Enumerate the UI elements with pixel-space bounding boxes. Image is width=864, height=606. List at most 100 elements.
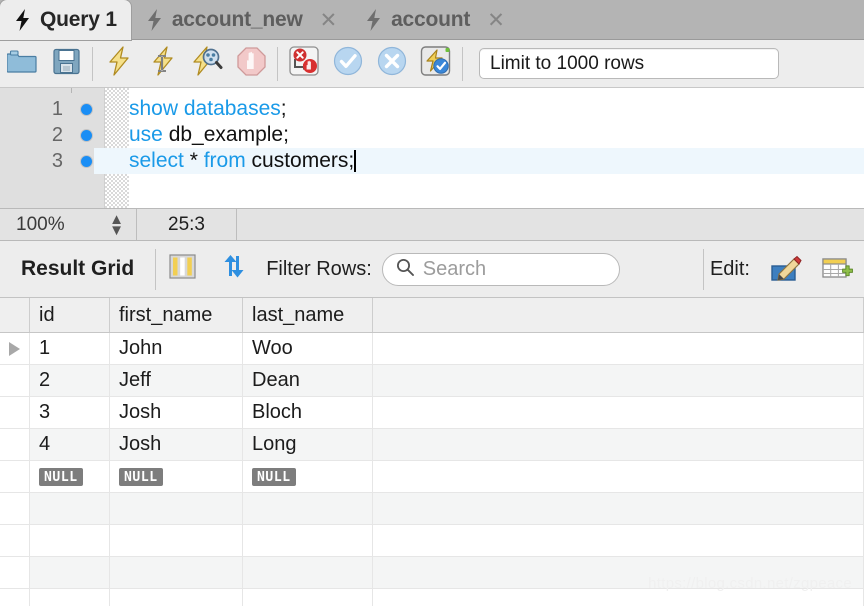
sql-editor-toolbar: Limit to 1000 rows bbox=[0, 40, 864, 88]
toolbar-divider bbox=[702, 248, 704, 290]
zoom-control[interactable]: 100% ▲ ▼ bbox=[0, 209, 137, 240]
search-input[interactable] bbox=[422, 257, 606, 281]
toggle-stop-on-error-button[interactable] bbox=[282, 41, 326, 87]
toggle-autocommit-button[interactable] bbox=[414, 41, 458, 87]
edit-row-button[interactable] bbox=[760, 247, 812, 291]
table-row-empty bbox=[0, 525, 864, 557]
cell-id[interactable]: 3 bbox=[30, 397, 110, 429]
table-row[interactable]: 3 Josh Bloch bbox=[0, 397, 864, 429]
cell-last-name[interactable]: Long bbox=[243, 429, 373, 461]
code-line-active[interactable]: select * from customers; bbox=[94, 148, 864, 174]
breakpoint-dot-icon[interactable] bbox=[81, 155, 92, 167]
tab-label: Query 1 bbox=[40, 8, 117, 31]
table-plus-icon bbox=[822, 258, 853, 278]
close-icon[interactable]: ✕ bbox=[487, 10, 505, 31]
search-box[interactable] bbox=[381, 252, 620, 286]
table-row-placeholder[interactable]: NULL NULL NULL bbox=[0, 461, 864, 493]
cell-empty bbox=[243, 493, 373, 525]
row-selector bbox=[0, 493, 30, 525]
cell-filler bbox=[373, 429, 864, 461]
cell-first-name[interactable]: Josh bbox=[110, 397, 243, 429]
cell-first-name[interactable]: Josh bbox=[110, 429, 243, 461]
bolt-icon bbox=[146, 9, 163, 31]
cursor-position-value: 25:3 bbox=[168, 213, 205, 235]
table-row-empty bbox=[0, 557, 864, 589]
stop-hand-icon bbox=[236, 46, 266, 81]
stepper-icon[interactable]: ▲ ▼ bbox=[109, 212, 124, 239]
tab-account[interactable]: account ✕ bbox=[351, 0, 519, 40]
insert-row-button[interactable] bbox=[812, 247, 864, 291]
text-caret bbox=[354, 150, 357, 172]
row-selector[interactable] bbox=[0, 365, 30, 397]
refresh-data-button[interactable] bbox=[208, 247, 260, 291]
execute-statement-button[interactable] bbox=[97, 41, 141, 87]
code-line[interactable]: use db_example; bbox=[129, 122, 289, 148]
breakpoint-dot-icon[interactable] bbox=[81, 103, 92, 115]
column-header-id[interactable]: id bbox=[30, 298, 110, 332]
cell-first-name[interactable]: Jeff bbox=[110, 365, 243, 397]
zoom-value: 100% bbox=[16, 213, 65, 235]
row-selector bbox=[0, 589, 30, 606]
rollback-button[interactable] bbox=[370, 41, 414, 87]
cell-id[interactable]: 4 bbox=[30, 429, 110, 461]
tab-account-new[interactable]: account_new ✕ bbox=[132, 0, 351, 40]
execute-current-statement-button[interactable] bbox=[141, 41, 185, 87]
close-icon[interactable]: ✕ bbox=[320, 10, 338, 31]
row-limit-select[interactable]: Limit to 1000 rows bbox=[479, 48, 779, 79]
gutter-tick bbox=[71, 88, 72, 93]
column-header-filler bbox=[373, 298, 864, 332]
cell-empty bbox=[30, 589, 110, 606]
cell-id[interactable]: 1 bbox=[30, 333, 110, 365]
cell-filler bbox=[373, 589, 864, 606]
mysql-workbench-window: Query 1 account_new ✕ account ✕ Limit to… bbox=[0, 0, 864, 606]
cell-last-name[interactable]: Woo bbox=[243, 333, 373, 365]
sql-text: * bbox=[183, 149, 204, 172]
editor-tab-bar: Query 1 account_new ✕ account ✕ bbox=[0, 0, 864, 40]
cell-filler bbox=[373, 365, 864, 397]
grid-header-row: id first_name last_name bbox=[0, 298, 864, 333]
table-row[interactable]: 4 Josh Long bbox=[0, 429, 864, 461]
cell-last-name[interactable]: NULL bbox=[243, 461, 373, 493]
commit-button[interactable] bbox=[326, 41, 370, 87]
tab-query-1[interactable]: Query 1 bbox=[0, 0, 131, 40]
cell-last-name[interactable]: Dean bbox=[243, 365, 373, 397]
cell-empty bbox=[110, 525, 243, 557]
chevron-down-icon: ▼ bbox=[109, 221, 124, 239]
line-number: 3 bbox=[51, 149, 63, 172]
column-header-first-name[interactable]: first_name bbox=[110, 298, 243, 332]
open-sql-script-button[interactable] bbox=[0, 41, 44, 87]
sql-text: db_example; bbox=[162, 123, 289, 146]
row-selector bbox=[0, 525, 30, 557]
sql-editor[interactable]: 1 2 3 show databases; use db_example; se… bbox=[0, 88, 864, 208]
cell-empty bbox=[110, 557, 243, 589]
cell-first-name[interactable]: John bbox=[110, 333, 243, 365]
toolbar-divider bbox=[92, 46, 93, 81]
table-row[interactable]: 2 Jeff Dean bbox=[0, 365, 864, 397]
cell-id[interactable]: NULL bbox=[30, 461, 110, 493]
row-selector-header bbox=[0, 298, 30, 332]
stop-statement-button[interactable] bbox=[229, 41, 273, 87]
row-selector[interactable] bbox=[0, 397, 30, 429]
folder-icon bbox=[6, 49, 37, 79]
row-selector[interactable] bbox=[0, 429, 30, 461]
cell-filler bbox=[373, 493, 864, 525]
result-data-grid[interactable]: id first_name last_name 1 John Woo 2 Jef… bbox=[0, 298, 864, 606]
result-grid-title: Result Grid bbox=[21, 257, 135, 280]
cell-last-name[interactable]: Bloch bbox=[243, 397, 373, 429]
table-row[interactable]: 1 John Woo bbox=[0, 333, 864, 365]
breakpoint-dot-icon[interactable] bbox=[81, 129, 92, 141]
row-selector[interactable] bbox=[0, 461, 30, 493]
toggle-grid-view-button[interactable] bbox=[156, 247, 208, 291]
column-header-last-name[interactable]: last_name bbox=[243, 298, 373, 332]
stop-on-error-icon bbox=[289, 46, 319, 81]
grid-columns-icon bbox=[169, 253, 196, 285]
explain-statement-button[interactable] bbox=[185, 41, 229, 87]
filter-rows-label: Filter Rows: bbox=[266, 257, 372, 280]
code-line[interactable]: show databases; bbox=[129, 96, 287, 122]
row-selector[interactable] bbox=[0, 333, 30, 365]
cell-id[interactable]: 2 bbox=[30, 365, 110, 397]
sql-keyword: databases bbox=[183, 97, 281, 120]
save-sql-script-button[interactable] bbox=[44, 41, 88, 87]
cell-empty bbox=[30, 557, 110, 589]
cell-first-name[interactable]: NULL bbox=[110, 461, 243, 493]
